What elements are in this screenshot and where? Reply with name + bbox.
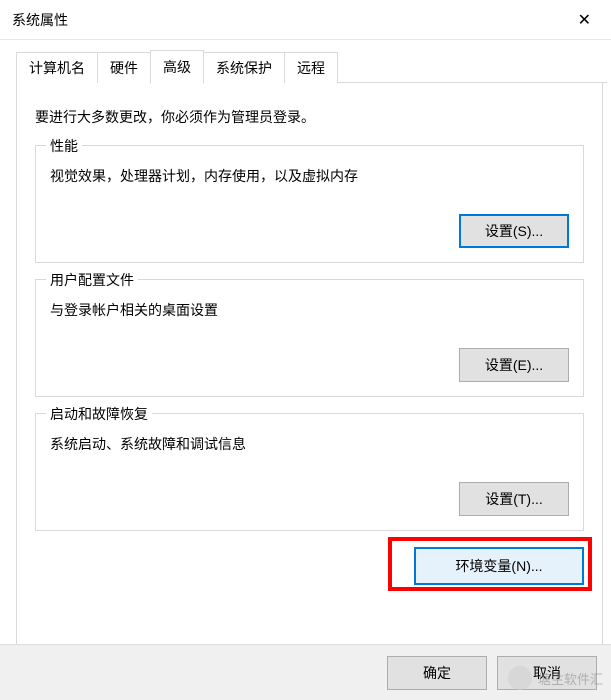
tab-panel-advanced: 要进行大多数更改，你必须作为管理员登录。 性能 视觉效果，处理器计划，内存使用，… [16,83,603,653]
cancel-button[interactable]: 取消 [497,656,597,690]
env-row: 环境变量(N)... [35,547,584,585]
performance-settings-button[interactable]: 设置(S)... [459,214,569,248]
tab-advanced[interactable]: 高级 [150,50,204,84]
group-user-profiles: 用户配置文件 与登录帐户相关的桌面设置 设置(E)... [35,279,584,397]
group-performance-title: 性能 [46,136,82,156]
intro-text: 要进行大多数更改，你必须作为管理员登录。 [35,107,584,127]
tab-strip: 计算机名 硬件 高级 系统保护 远程 [16,50,599,83]
group-performance-desc: 视觉效果，处理器计划，内存使用，以及虚拟内存 [50,166,569,186]
group-startup-recovery-desc: 系统启动、系统故障和调试信息 [50,434,569,454]
tab-hardware[interactable]: 硬件 [97,52,151,83]
tab-remote[interactable]: 远程 [284,52,338,83]
group-user-profiles-title: 用户配置文件 [46,270,138,290]
dialog-footer: 确定 取消 塘主软件汇 [0,644,611,700]
titlebar: 系统属性 ✕ [0,0,611,40]
tab-computer-name[interactable]: 计算机名 [16,52,98,83]
group-startup-recovery: 启动和故障恢复 系统启动、系统故障和调试信息 设置(T)... [35,413,584,531]
ok-button[interactable]: 确定 [387,656,487,690]
window-title: 系统属性 [12,10,68,30]
content-area: 计算机名 硬件 高级 系统保护 远程 要进行大多数更改，你必须作为管理员登录。 … [0,40,611,653]
group-user-profiles-desc: 与登录帐户相关的桌面设置 [50,300,569,320]
group-startup-recovery-title: 启动和故障恢复 [46,404,152,424]
user-profiles-settings-button[interactable]: 设置(E)... [459,348,569,382]
group-performance: 性能 视觉效果，处理器计划，内存使用，以及虚拟内存 设置(S)... [35,145,584,263]
tab-system-protection[interactable]: 系统保护 [203,52,285,83]
close-icon[interactable]: ✕ [570,6,599,34]
environment-variables-button[interactable]: 环境变量(N)... [414,547,584,585]
startup-recovery-settings-button[interactable]: 设置(T)... [459,482,569,516]
